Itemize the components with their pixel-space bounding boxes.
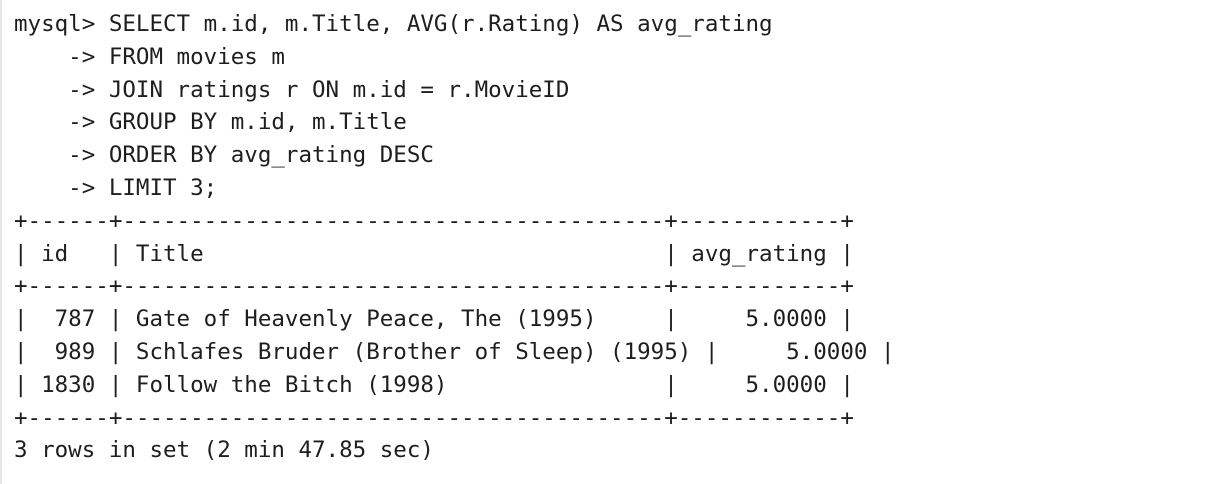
table-header-separator: +------+--------------------------------… xyxy=(14,273,854,300)
query-line-limit: -> LIMIT 3; xyxy=(14,174,218,201)
table-row: | 787 | Gate of Heavenly Peace, The (199… xyxy=(14,306,854,333)
table-header-row: | id | Title | avg_rating | xyxy=(14,240,854,267)
terminal-output: mysql> SELECT m.id, m.Title, AVG(r.Ratin… xyxy=(14,8,895,467)
query-line-join: -> JOIN ratings r ON m.id = r.MovieID xyxy=(14,76,570,103)
query-line-order-by: -> ORDER BY avg_rating DESC xyxy=(14,142,434,169)
query-line-select: mysql> SELECT m.id, m.Title, AVG(r.Ratin… xyxy=(14,11,773,37)
result-status: 3 rows in set (2 min 47.85 sec) xyxy=(14,437,434,464)
table-row: | 989 | Schlafes Bruder (Brother of Slee… xyxy=(14,338,895,365)
table-border-top: +------+--------------------------------… xyxy=(14,207,854,234)
table-border-bottom: +------+--------------------------------… xyxy=(14,404,854,431)
terminal-window[interactable]: mysql> SELECT m.id, m.Title, AVG(r.Ratin… xyxy=(0,0,1210,484)
table-row: | 1830 | Follow the Bitch (1998) | 5.000… xyxy=(14,371,854,398)
query-line-from: -> FROM movies m xyxy=(14,43,285,70)
query-line-group-by: -> GROUP BY m.id, m.Title xyxy=(14,109,407,136)
